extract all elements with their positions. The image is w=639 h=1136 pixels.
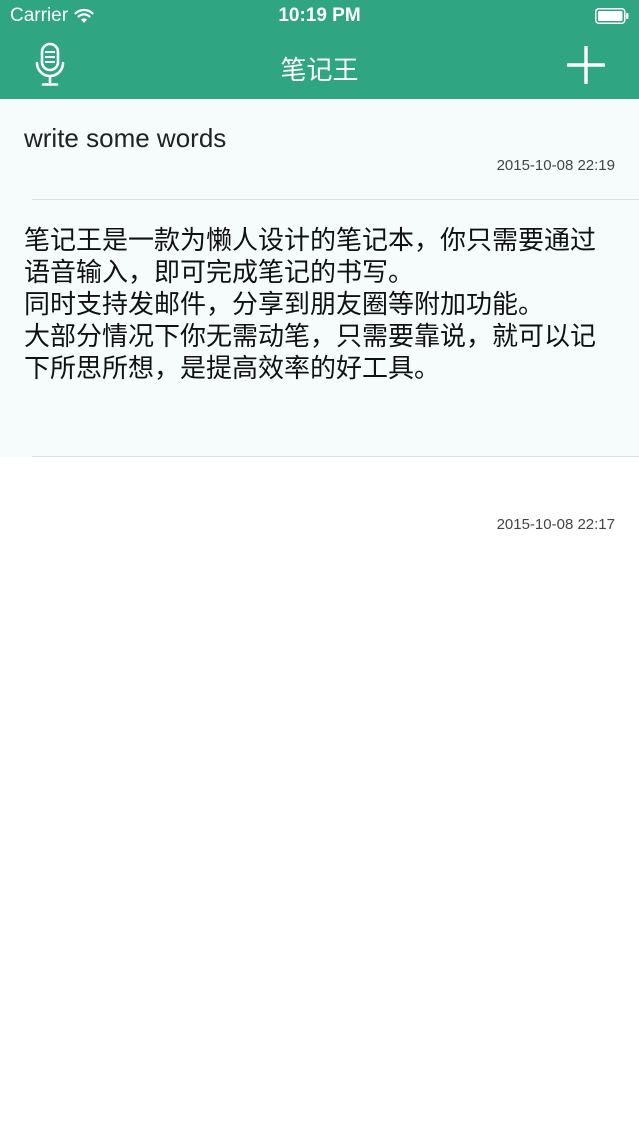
list-item[interactable]: write some words 2015-10-08 22:19: [0, 99, 639, 200]
page-title: 笔记王: [280, 55, 359, 85]
status-time: 10:19 PM: [278, 5, 361, 26]
header: Carrier 10:19 PM 笔记王: [0, 0, 639, 99]
notes-list: write some words 2015-10-08 22:19 笔记王是一款…: [0, 99, 639, 533]
status-bar: Carrier 10:19 PM: [0, 0, 639, 34]
navigation-bar: 笔记王: [0, 34, 639, 99]
plus-icon[interactable]: [567, 46, 605, 84]
divider: [32, 456, 639, 457]
note-text: 笔记王是一款为懒人设计的笔记本，你只需要通过语音输入，即可完成笔记的书写。 同时…: [24, 225, 597, 383]
note-date: 2015-10-08 22:19: [496, 157, 615, 174]
battery-icon: [595, 8, 629, 24]
note-date: 2015-10-08 22:17: [496, 516, 615, 533]
list-item[interactable]: 笔记王是一款为懒人设计的笔记本，你只需要通过语音输入，即可完成笔记的书写。 同时…: [0, 200, 639, 533]
note-text: write some words: [24, 123, 227, 153]
